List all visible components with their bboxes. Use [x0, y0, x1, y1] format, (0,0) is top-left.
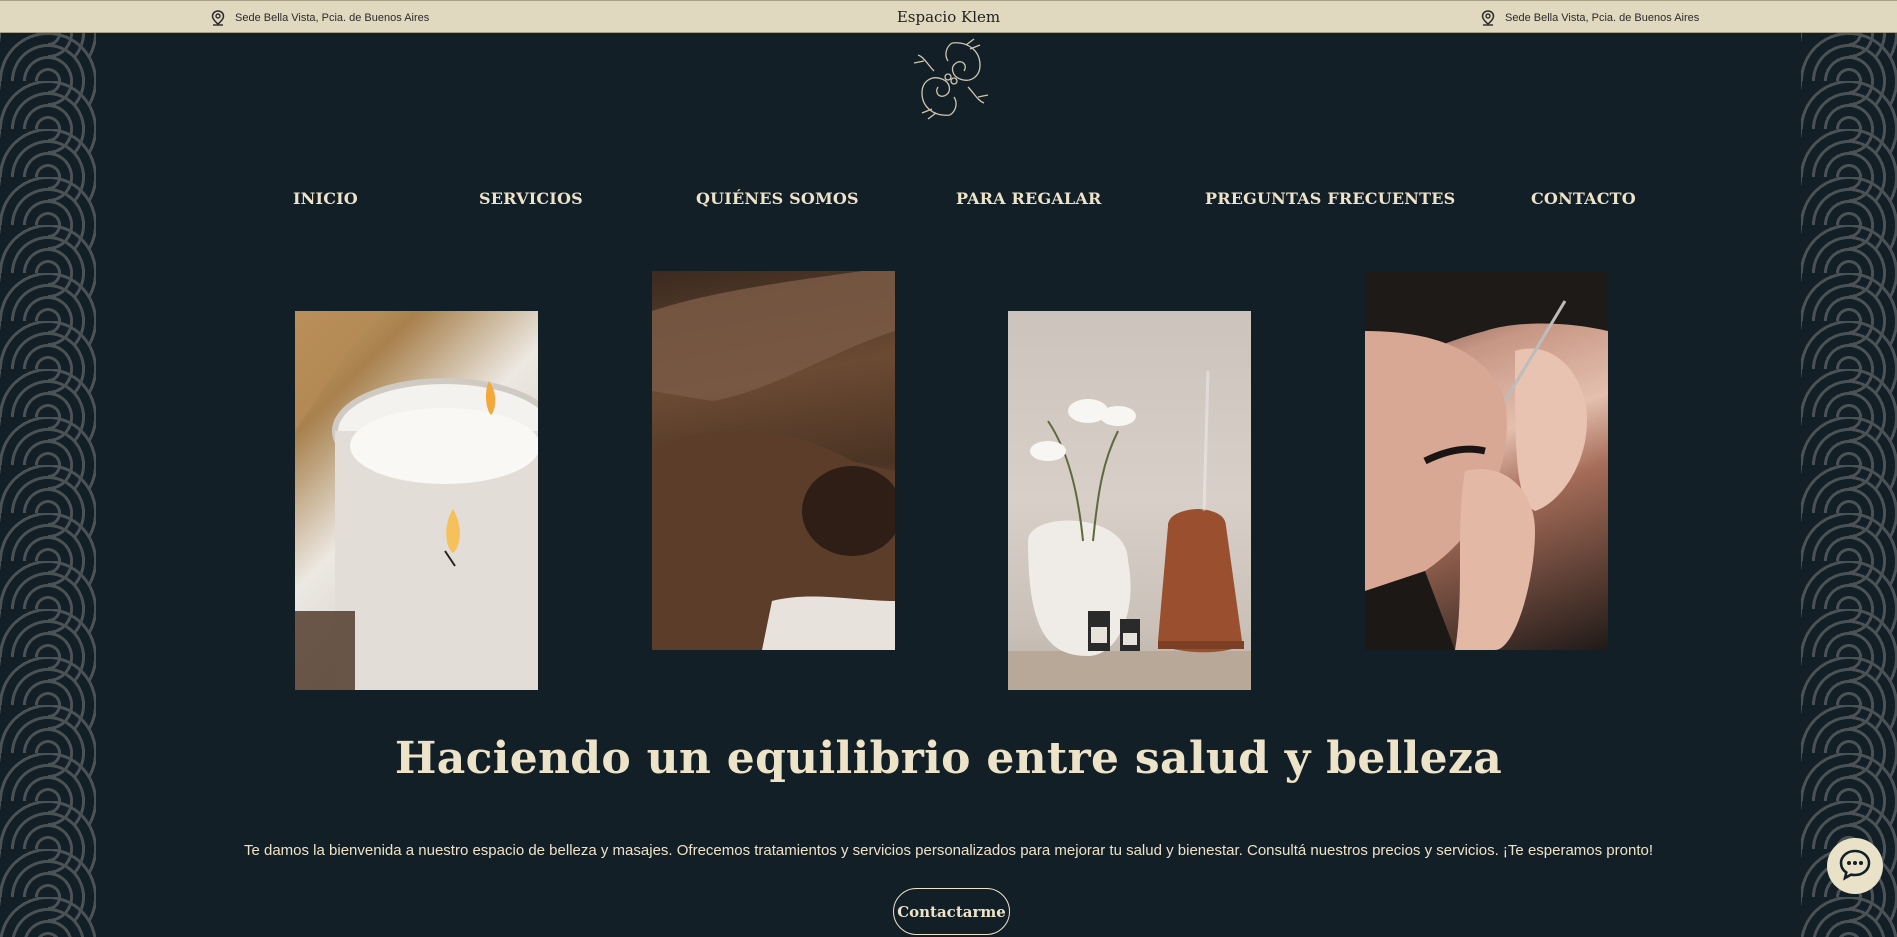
- nav-item-inicio[interactable]: INICIO: [293, 189, 358, 208]
- decorative-wave-pattern-right: [1801, 33, 1897, 937]
- map-pin-icon: [1481, 10, 1495, 26]
- massage-photo: [652, 271, 895, 650]
- location-right: Sede Bella Vista, Pcia. de Buenos Aires: [1481, 10, 1699, 26]
- chat-bubble-icon: [1838, 847, 1872, 885]
- candles-photo: [295, 311, 538, 690]
- nav-item-preguntas-frecuentes[interactable]: PREGUNTAS FRECUENTES: [1205, 189, 1455, 208]
- main-navigation: INICIO SERVICIOS QUIÉNES SOMOS PARA REGA…: [0, 189, 1897, 213]
- location-right-text: Sede Bella Vista, Pcia. de Buenos Aires: [1505, 12, 1700, 24]
- hero-headline: Haciendo un equilibrio entre salud y bel…: [394, 733, 1503, 784]
- nav-item-servicios[interactable]: SERVICIOS: [479, 189, 583, 208]
- diffuser-photo: [1008, 311, 1251, 690]
- nav-item-quienes-somos[interactable]: QUIÉNES SOMOS: [696, 189, 859, 208]
- contact-button[interactable]: Contactarme: [893, 888, 1010, 935]
- decorative-wave-pattern-left: [0, 33, 96, 937]
- nav-item-para-regalar[interactable]: PARA REGALAR: [956, 189, 1102, 208]
- eyebrow-treatment-photo: [1365, 271, 1608, 650]
- koi-fish-logo[interactable]: [908, 37, 994, 121]
- nav-item-contacto[interactable]: CONTACTO: [1531, 189, 1636, 208]
- hero-intro-text: Te damos la bienvenida a nuestro espacio…: [243, 842, 1654, 859]
- chat-widget-button[interactable]: [1827, 838, 1883, 894]
- top-bar: Sede Bella Vista, Pcia. de Buenos Aires …: [0, 0, 1897, 33]
